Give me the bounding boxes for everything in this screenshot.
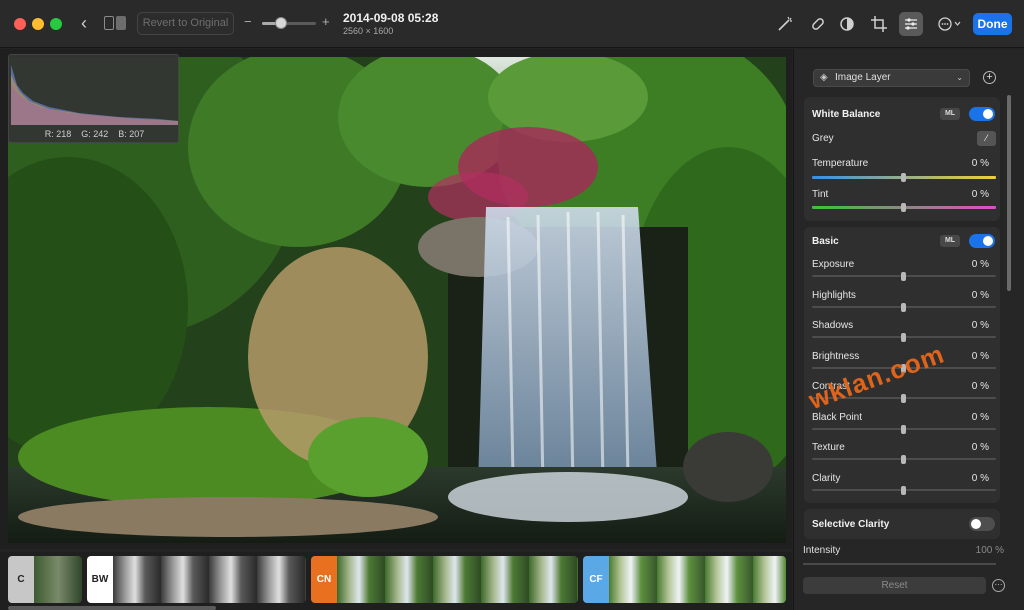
tint-slider[interactable] bbox=[812, 203, 996, 212]
preset-thumbnail[interactable] bbox=[113, 556, 306, 603]
highlights-slider[interactable] bbox=[812, 302, 996, 312]
back-chevron-icon[interactable]: ‹ bbox=[76, 13, 92, 33]
preset-group-cn[interactable]: CN bbox=[311, 556, 578, 603]
minimize-window-button[interactable] bbox=[32, 18, 44, 30]
preset-filmstrip: C BW CN CF bbox=[0, 552, 792, 610]
exposure-value: 0 % bbox=[971, 259, 989, 270]
preset-group-c[interactable]: C bbox=[8, 556, 82, 603]
intensity-slider[interactable] bbox=[803, 563, 996, 565]
tint-value: 0 % bbox=[971, 189, 989, 200]
texture-label: Texture bbox=[812, 442, 845, 453]
photo-editor-window: ‹ Revert to Original − + 2014-09-08 05:2… bbox=[0, 0, 1024, 610]
zoom-slider[interactable] bbox=[262, 22, 316, 25]
white-balance-title: White Balance bbox=[812, 109, 881, 120]
zoom-slider-knob[interactable] bbox=[274, 17, 287, 29]
preset-thumbnail[interactable] bbox=[34, 556, 82, 603]
photo-title: 2014-09-08 05:28 bbox=[343, 11, 439, 25]
adjustments-panel: ◈ Image Layer ⌄ + White Balance ML Grey … bbox=[793, 49, 1024, 610]
temperature-slider[interactable] bbox=[812, 173, 996, 182]
shadows-value: 0 % bbox=[971, 320, 989, 331]
slider-knob[interactable] bbox=[901, 485, 906, 495]
retouch-bandage-icon[interactable] bbox=[806, 12, 830, 36]
exposure-label: Exposure bbox=[812, 259, 855, 270]
close-window-button[interactable] bbox=[14, 18, 26, 30]
histogram-red-value: R: 218 bbox=[44, 129, 72, 139]
white-balance-section: White Balance ML Grey ⁄ Temperature 0 % … bbox=[804, 97, 1000, 221]
black-point-slider[interactable] bbox=[812, 424, 996, 434]
preset-thumbnail[interactable] bbox=[609, 556, 786, 603]
preset-group-cf[interactable]: CF bbox=[583, 556, 786, 603]
shadows-label: Shadows bbox=[812, 320, 854, 331]
image-canvas[interactable]: R: 218 G: 242 B: 207 bbox=[0, 49, 792, 549]
layer-select[interactable]: ◈ Image Layer ⌄ bbox=[813, 69, 970, 87]
brightness-value: 0 % bbox=[971, 350, 989, 362]
slider-knob[interactable] bbox=[901, 272, 906, 281]
contrast-value: 0 % bbox=[971, 381, 989, 392]
fullscreen-window-button[interactable] bbox=[50, 18, 62, 30]
photo-dimensions: 2560 × 1600 bbox=[343, 26, 394, 36]
temperature-value: 0 % bbox=[971, 158, 989, 169]
panel-scrollbar[interactable] bbox=[1007, 95, 1011, 291]
selective-clarity-toggle[interactable] bbox=[969, 517, 995, 531]
shadows-slider[interactable] bbox=[812, 333, 996, 342]
slider-knob[interactable] bbox=[901, 302, 906, 312]
preset-label: CF bbox=[583, 556, 609, 603]
preset-group-bw[interactable]: BW bbox=[87, 556, 306, 603]
histogram-panel: R: 218 G: 242 B: 207 bbox=[8, 54, 179, 143]
basic-ml-button[interactable]: ML bbox=[940, 235, 960, 247]
tint-label: Tint bbox=[812, 189, 829, 200]
preset-thumbnail[interactable] bbox=[337, 556, 578, 603]
highlights-label: Highlights bbox=[812, 289, 856, 301]
white-balance-toggle[interactable] bbox=[969, 107, 995, 121]
selective-clarity-section: Selective Clarity bbox=[804, 509, 1000, 539]
reset-button[interactable]: Reset bbox=[803, 577, 986, 594]
color-adjust-icon[interactable] bbox=[835, 12, 859, 36]
chevron-down-icon: ⌄ bbox=[956, 73, 963, 82]
slider-knob[interactable] bbox=[901, 455, 906, 464]
preset-label: CN bbox=[311, 556, 337, 603]
slider-knob[interactable] bbox=[901, 394, 906, 403]
intensity-value: 100 % bbox=[975, 545, 1004, 556]
revert-to-original-button[interactable]: Revert to Original bbox=[137, 12, 234, 35]
eyedropper-icon[interactable]: ⁄ bbox=[977, 131, 996, 146]
basic-title: Basic bbox=[812, 236, 839, 247]
layers-icon: ◈ bbox=[820, 72, 828, 83]
zoom-out-button[interactable]: − bbox=[244, 14, 252, 29]
preset-label: BW bbox=[87, 556, 113, 603]
exposure-slider[interactable] bbox=[812, 272, 996, 281]
crop-icon[interactable] bbox=[867, 12, 891, 36]
white-balance-ml-button[interactable]: ML bbox=[940, 108, 960, 120]
auto-enhance-icon[interactable] bbox=[773, 12, 797, 36]
more-options-icon[interactable] bbox=[935, 12, 965, 36]
add-layer-icon[interactable]: + bbox=[983, 71, 996, 84]
more-options-icon[interactable]: ··· bbox=[992, 579, 1005, 592]
filmstrip-scrollbar[interactable] bbox=[8, 606, 216, 610]
brightness-label: Brightness bbox=[812, 350, 860, 362]
clarity-label: Clarity bbox=[812, 472, 841, 484]
temperature-label: Temperature bbox=[812, 158, 869, 169]
black-point-value: 0 % bbox=[971, 411, 989, 423]
done-button[interactable]: Done bbox=[973, 13, 1012, 35]
zoom-in-button[interactable]: + bbox=[322, 14, 330, 29]
layer-select-value: Image Layer bbox=[835, 72, 891, 83]
selective-clarity-title: Selective Clarity bbox=[812, 519, 890, 530]
intensity-label: Intensity bbox=[803, 545, 841, 556]
slider-knob[interactable] bbox=[901, 424, 906, 434]
histogram-blue-value: B: 207 bbox=[118, 129, 145, 139]
compare-view-icon[interactable] bbox=[104, 16, 126, 30]
slider-knob[interactable] bbox=[901, 333, 906, 342]
texture-slider[interactable] bbox=[812, 455, 996, 464]
texture-value: 0 % bbox=[971, 442, 989, 453]
grey-label: Grey bbox=[812, 133, 834, 144]
highlights-value: 0 % bbox=[971, 289, 989, 301]
adjust-sliders-icon[interactable] bbox=[899, 12, 923, 36]
clarity-value: 0 % bbox=[971, 472, 989, 484]
clarity-slider[interactable] bbox=[812, 485, 996, 495]
toolbar: ‹ Revert to Original − + 2014-09-08 05:2… bbox=[0, 0, 1024, 48]
histogram-green-value: G: 242 bbox=[81, 129, 109, 139]
basic-toggle[interactable] bbox=[969, 234, 995, 248]
preset-label: C bbox=[8, 556, 34, 603]
